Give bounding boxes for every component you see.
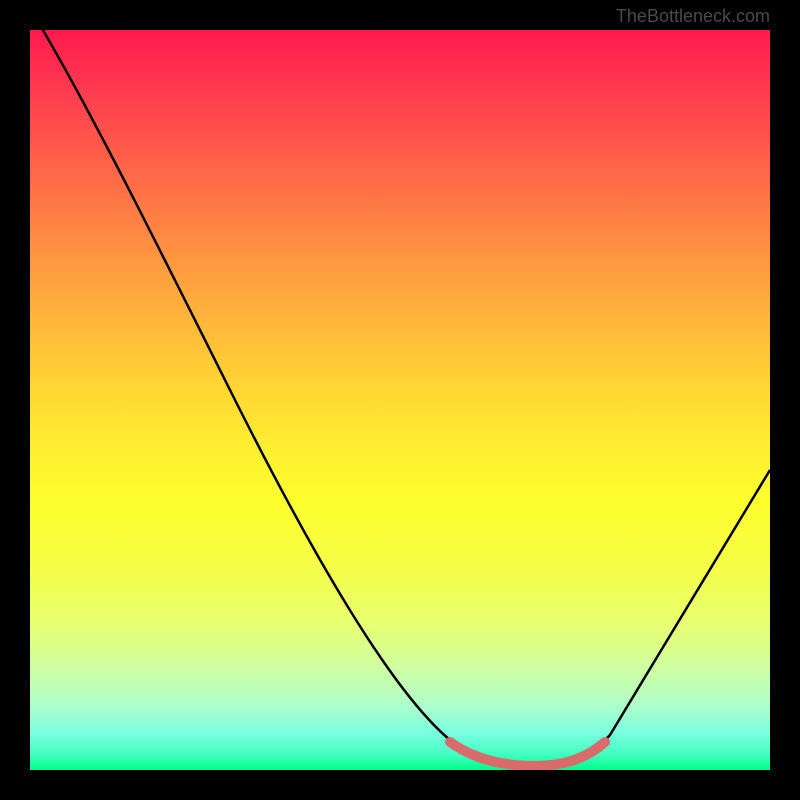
curve-overlay (30, 30, 770, 770)
attribution-text: TheBottleneck.com (616, 6, 770, 27)
chart-container: TheBottleneck.com (0, 0, 800, 800)
bottleneck-curve (40, 30, 770, 765)
plot-area (30, 30, 770, 770)
optimal-range-marker (450, 742, 605, 766)
